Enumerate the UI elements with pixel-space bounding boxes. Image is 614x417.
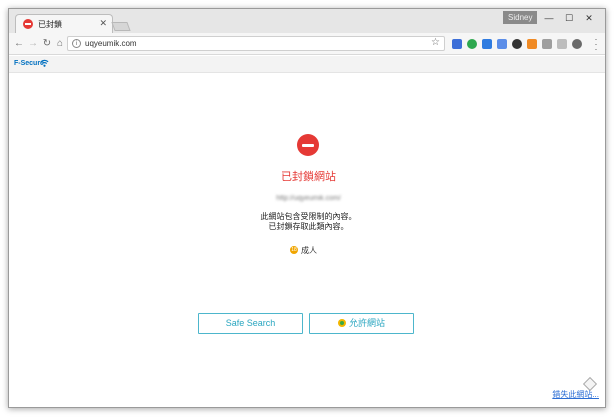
forward-icon[interactable]: → [27,37,39,51]
maximize-icon[interactable]: ☐ [562,12,576,24]
close-window-icon[interactable]: ✕ [582,12,596,24]
menu-icon[interactable]: · · · [592,35,600,54]
url-text: uqyeumik.com [85,39,137,48]
page-title: 已封鎖網站 [281,171,336,183]
blocked-url: http://uqyeumik.com/ [276,195,341,202]
extension-icon[interactable] [497,39,507,49]
tab-close-icon[interactable]: ✕ [99,18,107,28]
toolbar: ← → ↻ ⌂ i uqyeumik.com ☆ · · · [9,33,605,55]
back-icon[interactable]: ← [13,37,25,51]
extension-icon[interactable] [527,39,537,49]
extension-icon[interactable] [572,39,582,49]
browser-tab[interactable]: 已封鎖 ✕ [15,14,113,33]
home-icon[interactable]: ⌂ [54,37,66,51]
title-bar: 已封鎖 ✕ Sidney — ☐ ✕ [9,9,605,33]
browser-window: 已封鎖 ✕ Sidney — ☐ ✕ ← → ↻ ⌂ i uqyeumik.co… [8,8,606,408]
blocked-tab-icon [23,19,33,29]
adult-category-icon: 18 [290,246,298,254]
extension-icon[interactable] [512,39,522,49]
allow-site-button[interactable]: 允許網站 [309,313,414,334]
message-line: 已封鎖存取此類內容。 [268,222,349,231]
extension-icon[interactable] [542,39,552,49]
safe-search-button[interactable]: Safe Search [198,313,303,334]
extension-icon[interactable] [467,39,477,49]
info-icon[interactable]: i [72,39,81,48]
allow-site-label: 允許網站 [348,318,385,328]
tab-title: 已封鎖 [38,20,62,29]
bookmark-star-icon[interactable]: ☆ [431,37,440,48]
reload-icon[interactable]: ↻ [41,37,53,51]
user-badge[interactable]: Sidney [503,11,538,24]
extension-icon[interactable] [482,39,492,49]
category-label: 成人 [301,246,317,255]
extension-icon[interactable] [557,39,567,49]
blocked-icon [297,134,319,156]
allow-shield-icon [337,319,346,327]
minimize-icon[interactable]: — [542,12,556,24]
security-bar: F-Secure [9,56,605,73]
extension-icon[interactable] [452,39,462,49]
address-bar[interactable]: i uqyeumik.com ☆ [67,36,445,51]
new-tab-button[interactable] [111,22,131,31]
report-link[interactable]: 錯失此網站... [552,389,599,400]
message-line: 此網站包含受限制的內容。 [260,212,357,221]
block-message: 此網站包含受限制的內容。 已封鎖存取此類內容。 [209,212,408,232]
wifi-shield-icon [40,59,49,67]
